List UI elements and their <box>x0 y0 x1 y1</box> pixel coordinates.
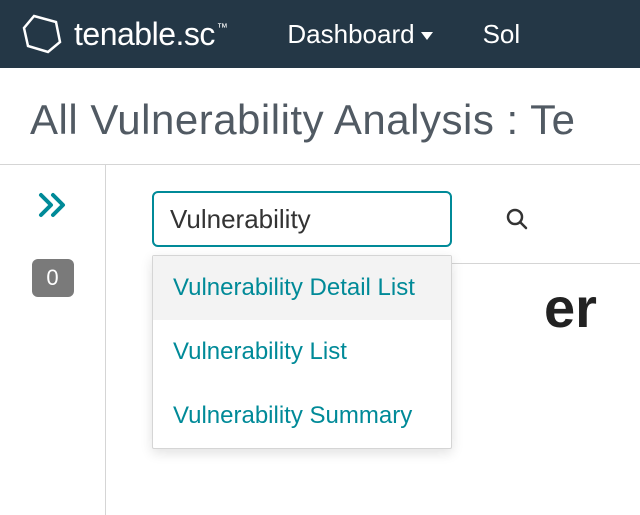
content-area: 0 er Vulnerability Detail List Vulnerabi… <box>0 165 640 515</box>
nav-solutions[interactable]: Sol <box>483 19 521 50</box>
page-title: All Vulnerability Analysis : Te <box>30 96 610 144</box>
brand-text: tenable.sc™ <box>74 16 227 53</box>
top-navigation: tenable.sc™ Dashboard Sol <box>0 0 640 68</box>
filter-count-badge[interactable]: 0 <box>32 259 74 297</box>
search-icon[interactable] <box>505 207 529 231</box>
dropdown-item-vulnerability-list[interactable]: Vulnerability List <box>153 320 451 384</box>
title-bar: All Vulnerability Analysis : Te <box>0 68 640 165</box>
nav-dashboard[interactable]: Dashboard <box>287 19 432 50</box>
main-panel: er Vulnerability Detail List Vulnerabili… <box>106 165 640 515</box>
chevron-double-right-icon <box>37 191 69 219</box>
brand-logo[interactable]: tenable.sc™ <box>20 12 227 56</box>
background-heading-fragment: er <box>544 275 597 340</box>
brand-name: tenable <box>74 16 175 53</box>
expand-sidebar-button[interactable] <box>37 191 69 219</box>
dropdown-item-vulnerability-detail-list[interactable]: Vulnerability Detail List <box>153 256 451 320</box>
sidebar: 0 <box>0 165 106 515</box>
hexagon-icon <box>20 12 64 56</box>
chevron-down-icon <box>421 32 433 40</box>
analysis-tool-search[interactable] <box>152 191 452 247</box>
divider-line <box>452 263 640 264</box>
brand-suffix: .sc <box>175 16 214 53</box>
trademark-symbol: ™ <box>217 22 228 34</box>
nav-dashboard-label: Dashboard <box>287 19 414 50</box>
search-input[interactable] <box>170 204 505 235</box>
nav-solutions-label: Sol <box>483 19 521 49</box>
dropdown-item-vulnerability-summary[interactable]: Vulnerability Summary <box>153 384 451 448</box>
analysis-tool-dropdown: Vulnerability Detail List Vulnerability … <box>152 255 452 449</box>
